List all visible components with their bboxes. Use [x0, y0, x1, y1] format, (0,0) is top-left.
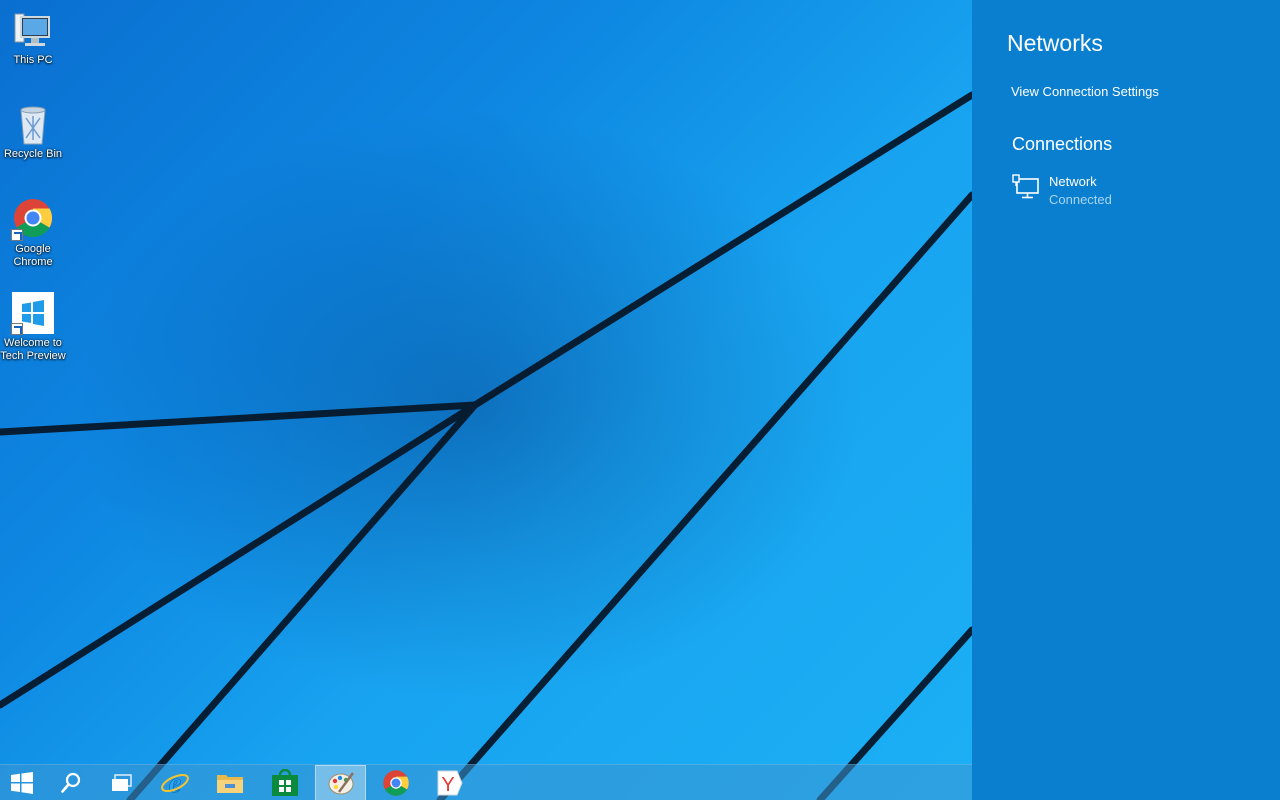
file-explorer-button[interactable]	[205, 765, 255, 800]
search-icon	[61, 772, 81, 793]
network-status: Connected	[1049, 192, 1112, 207]
start-button[interactable]	[0, 765, 44, 800]
wallpaper-lines	[0, 91, 972, 800]
chrome-icon	[11, 197, 55, 241]
network-connection-item[interactable]: Network Connected	[1012, 172, 1262, 212]
desktop-icon-google-chrome[interactable]: Google Chrome	[0, 197, 66, 269]
yandex-icon: Y	[437, 770, 463, 796]
paint-button[interactable]	[315, 765, 366, 800]
network-name: Network	[1049, 174, 1097, 189]
paint-palette-icon	[328, 772, 354, 795]
windows-logo-icon	[11, 291, 55, 335]
desktop-icon-this-pc[interactable]: This PC	[0, 8, 66, 67]
desktop: This PC Recycle Bin Google Chrome Welcom…	[0, 0, 972, 800]
this-pc-icon	[11, 8, 55, 52]
store-icon	[272, 769, 298, 796]
desktop-icon-label: Google Chrome	[13, 243, 53, 268]
task-view-button[interactable]	[97, 765, 147, 800]
search-button[interactable]	[46, 765, 96, 800]
desktop-icon-recycle-bin[interactable]: Recycle Bin	[0, 102, 66, 161]
yandex-button[interactable]: Y	[425, 765, 475, 800]
internet-explorer-button[interactable]: e	[150, 765, 200, 800]
folder-icon	[217, 775, 243, 793]
store-button[interactable]	[260, 765, 310, 800]
shortcut-arrow-icon	[11, 229, 23, 241]
wired-network-icon	[1012, 174, 1039, 199]
connections-heading: Connections	[1012, 134, 1113, 154]
svg-text:e: e	[169, 768, 181, 798]
recycle-bin-icon	[11, 102, 55, 146]
view-connection-settings-link[interactable]: View Connection Settings	[1011, 84, 1159, 99]
chrome-icon	[383, 770, 409, 796]
pane-title: Networks	[1007, 30, 1103, 56]
shortcut-arrow-icon	[11, 323, 23, 335]
networks-pane: Networks View Connection Settings Connec…	[972, 0, 1280, 800]
desktop-icon-label: Recycle Bin	[3, 148, 63, 160]
task-view-icon	[112, 774, 132, 791]
taskbar: e Y	[0, 764, 972, 800]
desktop-icon-label: Welcome to Tech Preview	[0, 337, 66, 362]
chrome-taskbar-button[interactable]	[371, 765, 421, 800]
svg-text:Y: Y	[441, 774, 454, 796]
windows-logo-icon	[11, 772, 33, 794]
desktop-icon-welcome-tech-preview[interactable]: Welcome to Tech Preview	[0, 291, 66, 363]
internet-explorer-icon: e	[161, 768, 189, 798]
desktop-icon-label: This PC	[13, 54, 53, 66]
